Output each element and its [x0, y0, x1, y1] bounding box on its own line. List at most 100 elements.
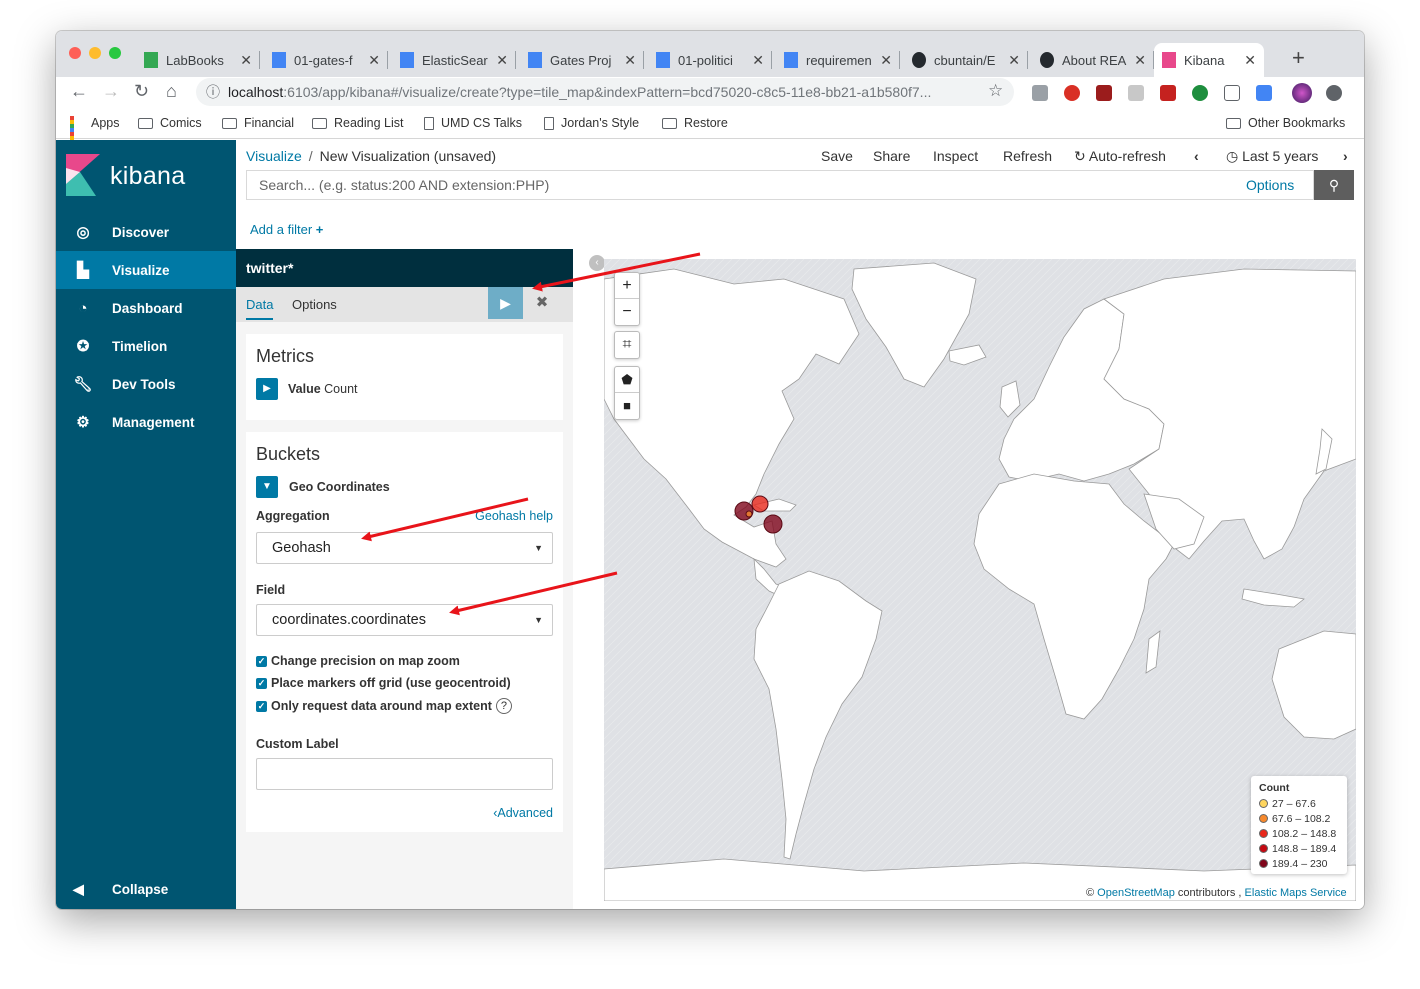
inspect-button[interactable]: Inspect	[933, 148, 978, 164]
menu-icon[interactable]	[1326, 85, 1342, 101]
geohash-marker[interactable]	[751, 495, 769, 513]
bookmark-item[interactable]: Apps	[70, 116, 120, 152]
bookmark-item[interactable]: Jordan's Style	[544, 116, 639, 130]
address-bar[interactable]: ⓘ localhost:6103/app/kibana#/visualize/c…	[196, 78, 1014, 106]
crop-icon[interactable]: ⌗	[615, 332, 639, 358]
browser-tab[interactable]: About REA ✕	[1032, 43, 1154, 77]
add-filter-link[interactable]: Add a filter +	[250, 222, 323, 237]
browser-tab[interactable]: cbuntain/E ✕	[904, 43, 1028, 77]
browser-tab[interactable]: Kibana ✕	[1154, 43, 1264, 77]
rss-icon[interactable]	[1128, 85, 1144, 101]
help-icon[interactable]: ?	[495, 698, 512, 714]
chevron-down-icon: ▼	[262, 481, 272, 492]
rectangle-draw-icon[interactable]: ■	[615, 393, 639, 419]
bucket-collapse-toggle[interactable]: ▼	[256, 476, 278, 498]
aggregation-select[interactable]: Geohash ▼	[256, 532, 553, 564]
bookmark-item[interactable]: UMD CS Talks	[424, 116, 522, 130]
close-tab-icon[interactable]: ✕	[752, 52, 764, 69]
zoom-out-button[interactable]: −	[615, 299, 639, 325]
custom-label-input[interactable]	[256, 758, 553, 790]
zoom-in-button[interactable]: +	[615, 273, 639, 299]
close-icon: ✖	[535, 294, 549, 311]
geohash-marker[interactable]	[763, 514, 783, 534]
collapse-button[interactable]: ◀ Collapse	[56, 870, 236, 908]
tab-data[interactable]: Data	[246, 297, 274, 320]
other-bookmarks[interactable]: Other Bookmarks	[1226, 116, 1345, 130]
metric-item[interactable]: Value Count	[288, 382, 358, 396]
search-options-link[interactable]: Options	[1246, 177, 1294, 193]
bookmark-item[interactable]: Reading List	[312, 116, 404, 130]
bookmark-item[interactable]: Comics	[138, 116, 202, 130]
close-tab-icon[interactable]: ✕	[1008, 52, 1020, 69]
nav-item-timelion[interactable]: ✪ Timelion	[56, 327, 236, 365]
close-tab-icon[interactable]: ✕	[624, 52, 636, 69]
bookmark-star-icon[interactable]: ☆	[988, 81, 1003, 101]
tile-map[interactable]	[604, 259, 1356, 901]
editor-resize-gutter[interactable]	[573, 249, 593, 909]
search-submit-button[interactable]: ⚲	[1314, 170, 1354, 200]
extension-icon[interactable]	[1064, 85, 1080, 101]
forward-icon[interactable]: →	[102, 81, 120, 102]
minimize-window-button[interactable]	[89, 47, 101, 59]
tab-options[interactable]: Options	[292, 297, 337, 312]
extension-icon[interactable]	[1160, 85, 1176, 101]
browser-tab[interactable]: requiremen ✕	[776, 43, 900, 77]
breadcrumb-visualize-link[interactable]: Visualize	[246, 148, 302, 164]
browser-tab[interactable]: LabBooks ✕	[136, 43, 260, 77]
cast-icon[interactable]	[1224, 85, 1240, 101]
share-button[interactable]: Share	[873, 148, 910, 164]
new-tab-button[interactable]: +	[1292, 45, 1305, 71]
close-tab-icon[interactable]: ✕	[1244, 52, 1256, 69]
browser-tab[interactable]: ElasticSear ✕	[392, 43, 516, 77]
apply-changes-button[interactable]: ▶	[488, 287, 523, 319]
bookmark-item[interactable]: Financial	[222, 116, 294, 130]
geohash-marker[interactable]	[745, 510, 753, 518]
refresh-button[interactable]: Refresh	[1003, 148, 1052, 164]
nav-item-dev-tools[interactable]: 🔧︎ Dev Tools	[56, 365, 236, 403]
close-window-button[interactable]	[69, 47, 81, 59]
nav-item-discover[interactable]: ◎ Discover	[56, 213, 236, 251]
maximize-window-button[interactable]	[109, 47, 121, 59]
nav-item-visualize[interactable]: ▙ Visualize	[56, 251, 236, 289]
ublock-icon[interactable]	[1096, 85, 1112, 101]
home-icon[interactable]: ⌂	[166, 81, 177, 102]
extension-icon[interactable]	[1032, 85, 1048, 101]
info-icon[interactable]: ⓘ	[206, 78, 220, 106]
close-tab-icon[interactable]: ✕	[240, 52, 252, 69]
query-search-input[interactable]: Search... (e.g. status:200 AND extension…	[246, 170, 1314, 200]
ems-link[interactable]: Elastic Maps Service	[1245, 887, 1347, 899]
bookmark-item[interactable]: Restore	[662, 116, 728, 130]
auto-refresh-button[interactable]: ↻ Auto-refresh	[1074, 148, 1166, 165]
geohash-help-link[interactable]: Geohash help	[475, 509, 553, 523]
close-tab-icon[interactable]: ✕	[368, 52, 380, 69]
reload-icon[interactable]: ↻	[134, 81, 149, 102]
browser-tab[interactable]: 01-politici ✕	[648, 43, 772, 77]
profile-avatar[interactable]	[1292, 83, 1312, 103]
discard-changes-button[interactable]: ✖	[530, 287, 554, 319]
precision-checkbox[interactable]: ✓ Change precision on map zoom	[256, 654, 460, 668]
map-extent-checkbox[interactable]: ✓ Only request data around map extent?	[256, 698, 512, 714]
browser-tab[interactable]: Gates Proj ✕	[520, 43, 644, 77]
back-icon[interactable]: ←	[70, 81, 88, 102]
time-prev-icon[interactable]: ‹	[1194, 148, 1199, 164]
close-tab-icon[interactable]: ✕	[880, 52, 892, 69]
time-next-icon[interactable]: ›	[1343, 148, 1348, 164]
extension-icon[interactable]	[1192, 85, 1208, 101]
close-tab-icon[interactable]: ✕	[1134, 52, 1146, 69]
legend-title: Count	[1259, 782, 1290, 794]
collapse-editor-icon[interactable]: ‹	[589, 255, 605, 271]
browser-tab[interactable]: 01-gates-f ✕	[264, 43, 388, 77]
metric-expand-toggle[interactable]: ▶	[256, 378, 278, 400]
extension-icon[interactable]	[1256, 85, 1272, 101]
field-select[interactable]: coordinates.coordinates ▼	[256, 604, 553, 636]
nav-item-management[interactable]: ⚙ Management	[56, 403, 236, 441]
nav-item-dashboard[interactable]: ◔ Dashboard	[56, 289, 236, 327]
geocentroid-checkbox[interactable]: ✓ Place markers off grid (use geocentroid…	[256, 676, 511, 690]
osm-link[interactable]: OpenStreetMap	[1097, 887, 1175, 899]
close-tab-icon[interactable]: ✕	[496, 52, 508, 69]
other-bookmarks-label: Other Bookmarks	[1248, 116, 1346, 130]
advanced-toggle[interactable]: ‹Advanced	[493, 806, 553, 820]
time-picker[interactable]: ◷ Last 5 years	[1226, 148, 1318, 165]
polygon-draw-icon[interactable]: ⬟	[615, 367, 639, 393]
save-button[interactable]: Save	[821, 148, 853, 164]
